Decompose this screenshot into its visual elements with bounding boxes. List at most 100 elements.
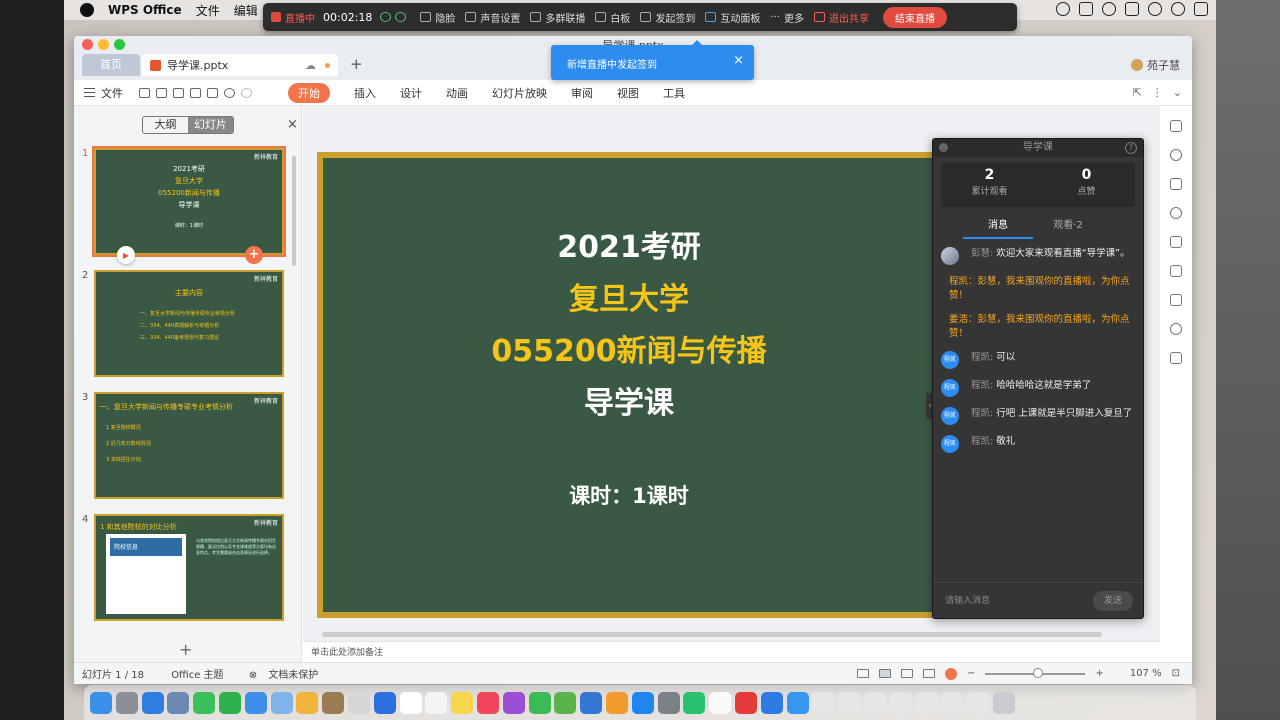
sign-in-button[interactable]: 发起签到 [640,10,695,25]
tab-design[interactable]: 设计 [400,85,422,101]
exit-share-button[interactable]: 退出共享 [813,10,869,25]
podcasts-icon[interactable] [502,691,525,714]
notes-icon[interactable] [451,691,474,714]
normal-view-icon[interactable] [879,669,892,678]
open-icon[interactable] [139,87,150,98]
wps-icon[interactable] [373,691,396,714]
toast-close-icon[interactable]: × [733,53,744,68]
system-preferences-icon[interactable] [657,691,680,714]
contacts-icon[interactable] [322,691,345,714]
safari-icon[interactable] [141,691,164,714]
user-account[interactable]: 苑子慧 [1131,57,1180,73]
tab-home[interactable]: 首页 [82,54,140,76]
tab-view[interactable]: 视图 [617,85,639,101]
reading-view-icon[interactable] [923,669,936,678]
tab-slideshow[interactable]: 幻灯片放映 [492,85,547,101]
zoom-out-icon[interactable]: − [967,668,975,679]
image-icon[interactable] [1170,352,1182,364]
protect-status[interactable]: ⊗ 文档未保护 [241,670,319,681]
window-thumbnail-icon[interactable] [967,691,990,714]
close-panel-icon[interactable]: × [287,117,298,132]
siri-icon[interactable] [1171,2,1185,16]
send-button[interactable]: 发送 [1093,591,1133,611]
redo-icon[interactable] [241,87,252,98]
menubar-edit[interactable]: 编辑 [234,2,258,19]
undo-icon[interactable] [224,87,235,98]
print-icon[interactable] [190,87,201,98]
wifi-icon[interactable] [1056,2,1070,16]
window-thumbnail-icon[interactable] [941,691,964,714]
messages-icon[interactable] [193,691,216,714]
hide-face-button[interactable]: 隐脸 [420,10,455,25]
thumb-preview[interactable]: 新祥教育 1 和其他院校的对比分析 院校信息 与其他院校相比复旦大学新闻传播专硕… [94,514,284,621]
panel-scrollbar[interactable] [292,156,296,266]
tab-home-ribbon[interactable]: 开始 [288,82,330,103]
canvas-h-scrollbar[interactable] [322,632,1102,637]
more-options-icon[interactable]: ⋮ [1152,86,1163,99]
shape-icon[interactable] [1170,149,1182,161]
add-slide-icon[interactable]: + [245,246,263,264]
fill-icon[interactable] [1170,178,1182,190]
mail-icon[interactable] [244,691,267,714]
file-menu-button[interactable]: 文件 [84,85,123,101]
zoom-slider-knob[interactable] [1033,667,1044,678]
slideshow-play-icon[interactable] [945,667,958,680]
iqiyi-icon[interactable] [683,691,706,714]
time-machine-icon[interactable] [1102,2,1116,16]
transition-icon[interactable] [1170,236,1182,248]
numbers-icon[interactable] [554,691,577,714]
chat-close-dot-icon[interactable] [939,143,948,152]
thumb-preview[interactable]: 新祥教育 主要内容 一、复旦大学新闻与传播专硕专业考情分析 二、334、440真… [94,270,284,377]
audio-settings-button[interactable]: 声音设置 [465,10,520,25]
tab-animation[interactable]: 动画 [446,85,468,101]
window-thumbnail-icon[interactable] [915,691,938,714]
tab-review[interactable]: 审阅 [571,85,593,101]
calendar-icon[interactable] [399,691,422,714]
end-live-button[interactable]: 结束直播 [882,6,947,28]
tab-document[interactable]: 导学课.pptx ☁ [142,54,338,76]
multi-group-button[interactable]: 多群联播 [530,10,585,25]
message-input[interactable]: 请输入消息 [945,596,990,606]
tab-insert[interactable]: 插入 [354,85,376,101]
keynote-icon[interactable] [580,691,603,714]
cloud-icon[interactable]: ☁ [305,59,316,72]
google-play-icon[interactable] [528,691,551,714]
window-thumbnail-icon[interactable] [838,691,861,714]
window-thumbnail-icon[interactable] [863,691,886,714]
app-icon-2[interactable] [709,691,732,714]
spotlight-search-icon[interactable] [1148,2,1162,16]
pages-icon[interactable] [605,691,628,714]
app-icon[interactable] [347,691,370,714]
sorter-view-icon[interactable] [901,669,914,678]
whiteboard-button[interactable]: 白板 [595,10,630,25]
zoom-slider[interactable] [985,667,1086,678]
new-tab-button[interactable]: + [350,55,363,73]
notes-toggle-icon[interactable] [857,669,870,678]
app-store-icon[interactable] [631,691,654,714]
notes-area[interactable]: 单击此处添加备注 [303,641,1192,661]
pin-icon[interactable] [1170,265,1182,277]
maps-icon[interactable] [270,691,293,714]
menubar-app-name[interactable]: WPS Office [108,3,182,17]
customize-chevron-icon[interactable] [258,88,266,98]
history-icon[interactable] [1170,323,1182,335]
theme-name[interactable]: Office 主题 [171,670,223,681]
reminders-icon[interactable] [425,691,448,714]
trash-icon[interactable] [992,691,1015,714]
tencent-meeting-icon[interactable] [760,691,783,714]
zoom-level[interactable]: 107 % [1130,668,1162,679]
fit-window-icon[interactable]: ⊡ [1172,668,1180,679]
window-thumbnail-icon[interactable] [812,691,835,714]
animation-icon[interactable] [1170,207,1182,219]
print-preview-icon[interactable] [207,87,218,98]
battery-icon[interactable] [1079,2,1093,16]
photos-icon[interactable] [296,691,319,714]
finder-icon[interactable] [90,691,112,714]
save-icon[interactable] [156,87,167,98]
control-center-icon[interactable] [1194,2,1208,16]
dingtalk-icon[interactable] [786,691,809,714]
slides-toggle[interactable]: 幻灯片 [188,117,233,133]
play-from-slide-icon[interactable]: ▶ [117,246,135,264]
window-thumbnail-icon[interactable] [889,691,912,714]
settings-sliders-icon[interactable] [1170,294,1182,306]
